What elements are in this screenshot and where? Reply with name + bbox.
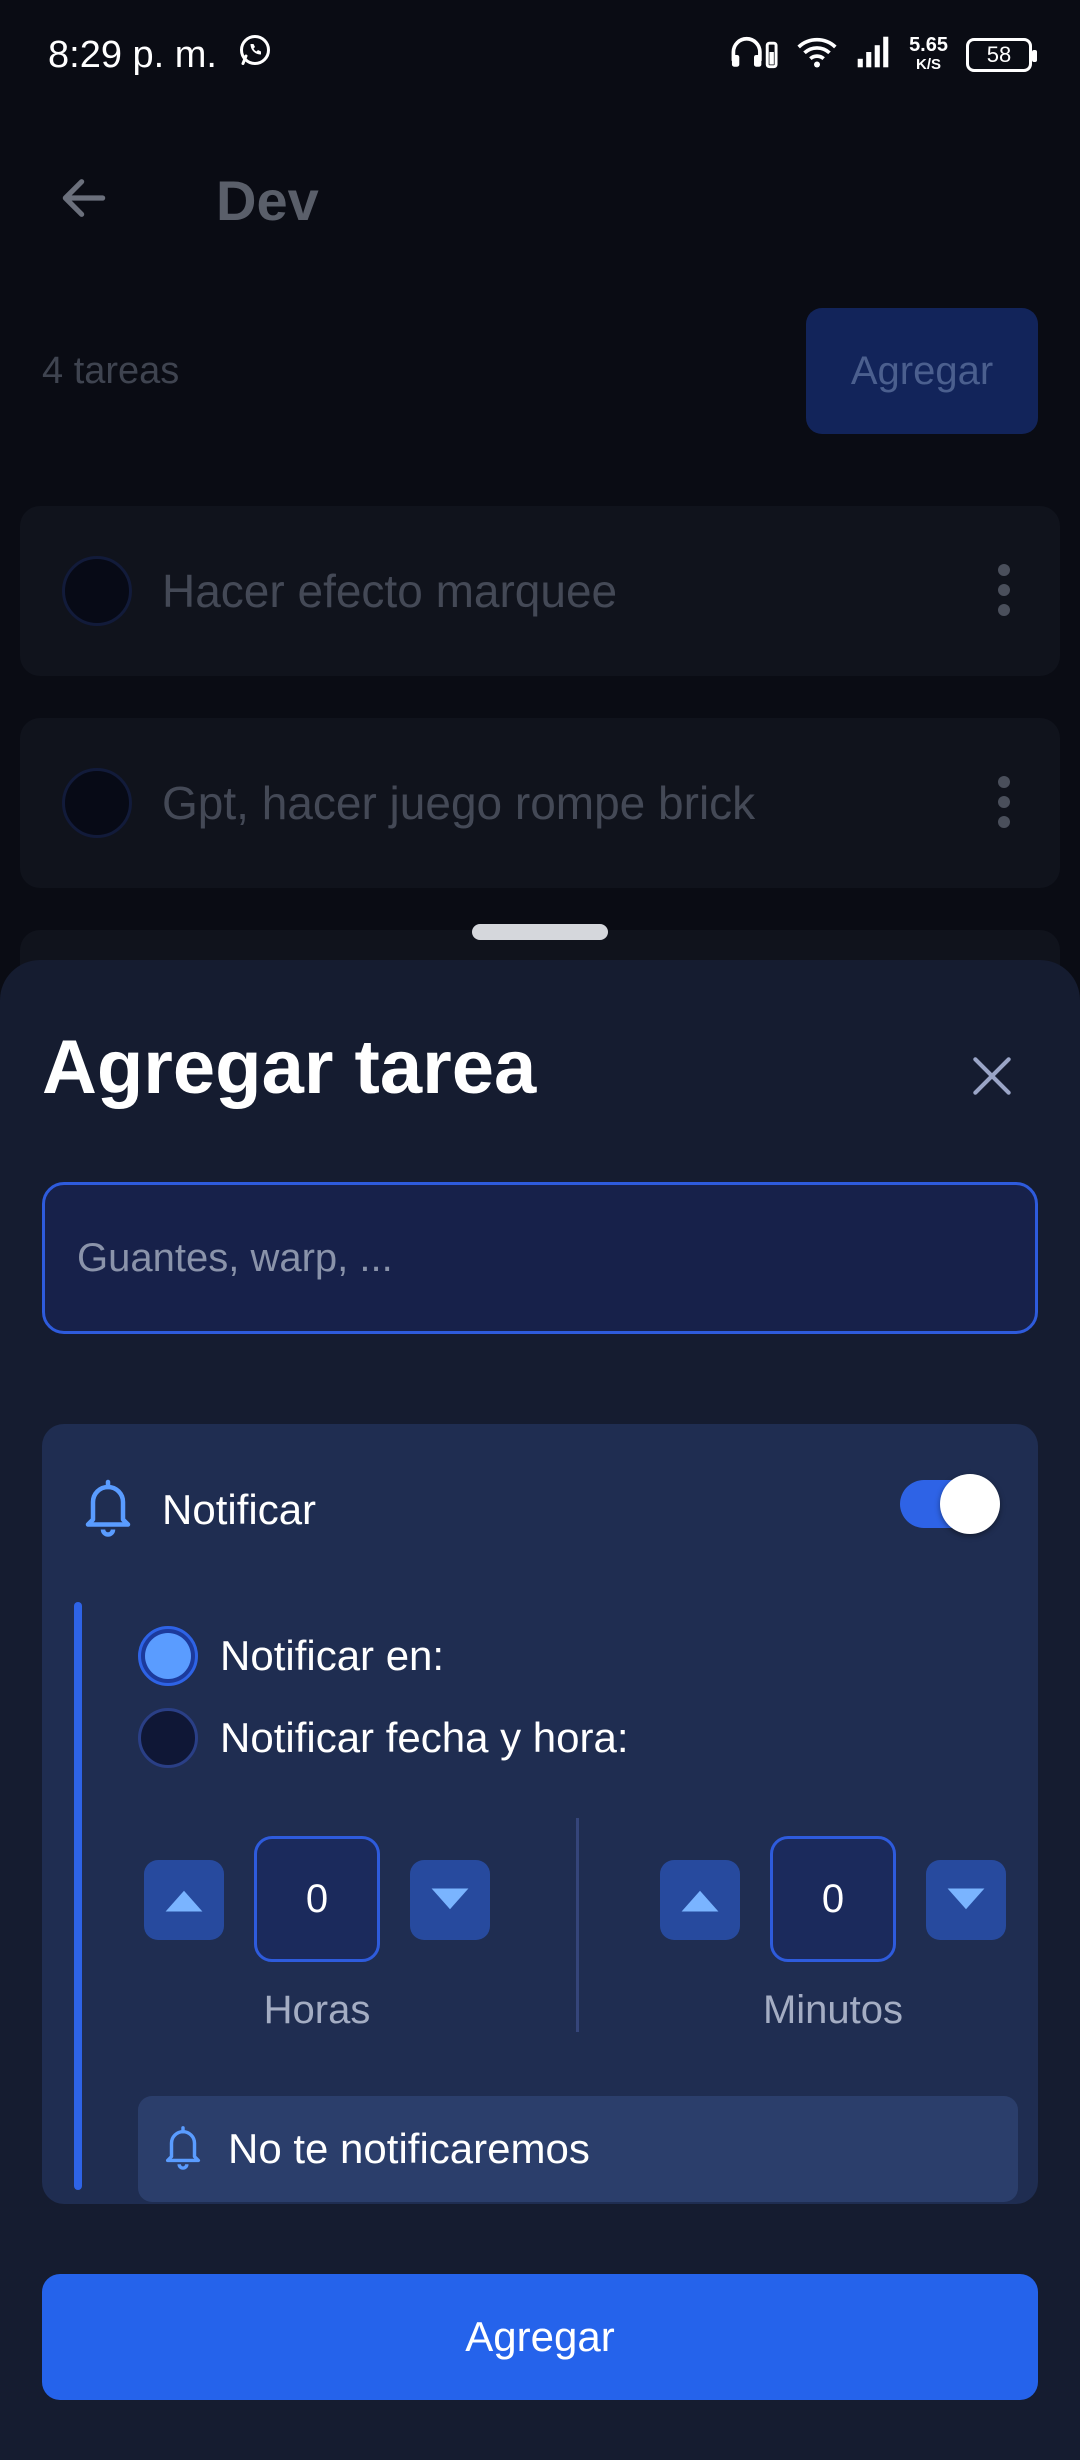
minutes-label: Minutos xyxy=(762,1988,904,2032)
back-arrow-icon xyxy=(62,179,106,217)
close-icon xyxy=(973,1057,1011,1095)
triangle-down-icon xyxy=(431,1888,469,1910)
wifi-icon xyxy=(797,35,837,75)
status-right: 5.65 K/S 58 xyxy=(729,34,1037,76)
hours-label: Horas xyxy=(263,1988,371,2032)
triangle-down-icon xyxy=(947,1888,985,1910)
section-accent-bar xyxy=(74,1602,82,2190)
submit-add-button[interactable]: Agregar xyxy=(42,2274,1038,2400)
bell-icon xyxy=(78,1474,138,1545)
page-header: Dev xyxy=(0,110,1080,280)
task-count: 4 tareas xyxy=(42,350,180,392)
hours-value[interactable]: 0 xyxy=(254,1836,380,1962)
radio-notify-in[interactable]: Notificar en: xyxy=(138,1626,444,1686)
sheet-drag-handle[interactable] xyxy=(472,924,608,940)
notification-info-text: No te notificaremos xyxy=(228,2125,590,2172)
notification-info: No te notificaremos xyxy=(138,2096,1018,2202)
radio-label: Notificar en: xyxy=(220,1632,445,1679)
back-button[interactable] xyxy=(48,162,120,234)
notification-settings: Notificar Notificar en: Notificar fecha … xyxy=(42,1424,1038,2204)
bell-icon xyxy=(160,2121,206,2178)
task-item[interactable]: Gpt, hacer juego rompe brick xyxy=(20,718,1060,888)
minutes-value[interactable]: 0 xyxy=(770,1836,896,1962)
hours-decrement-button[interactable] xyxy=(410,1860,490,1940)
network-speed: 5.65 K/S xyxy=(909,35,948,75)
page-title: Dev xyxy=(216,169,319,232)
more-vertical-icon[interactable] xyxy=(998,564,1010,616)
task-checkbox[interactable] xyxy=(62,556,132,626)
radio-button-selected[interactable] xyxy=(138,1626,198,1686)
radio-notify-datetime[interactable]: Notificar fecha y hora: xyxy=(138,1708,629,1768)
minutes-increment-button[interactable] xyxy=(660,1860,740,1940)
radio-label: Notificar fecha y hora: xyxy=(220,1714,629,1761)
triangle-up-icon xyxy=(681,1890,719,1912)
whatsapp-icon xyxy=(237,32,273,78)
status-time: 8:29 p. m. xyxy=(48,33,217,76)
status-left: 8:29 p. m. xyxy=(48,32,273,78)
notify-toggle[interactable] xyxy=(900,1474,1000,1534)
notify-header: Notificar xyxy=(78,1474,316,1545)
hours-increment-button[interactable] xyxy=(144,1860,224,1940)
minutes-decrement-button[interactable] xyxy=(926,1860,1006,1940)
task-checkbox[interactable] xyxy=(62,768,132,838)
battery-level: 58 xyxy=(986,42,1012,67)
task-item[interactable]: Hacer efecto marquee xyxy=(20,506,1060,676)
add-task-button[interactable]: Agregar xyxy=(806,308,1038,434)
headphones-icon xyxy=(729,34,779,76)
stepper-divider xyxy=(576,1818,579,2032)
close-button[interactable] xyxy=(952,1036,1032,1116)
task-label: Gpt, hacer juego rompe brick xyxy=(162,777,756,829)
signal-icon xyxy=(855,35,891,75)
battery-icon: 58 xyxy=(966,38,1037,72)
toggle-knob xyxy=(940,1474,1000,1534)
task-label: Hacer efecto marquee xyxy=(162,565,618,617)
more-vertical-icon[interactable] xyxy=(998,776,1010,828)
sheet-title: Agregar tarea xyxy=(42,1025,537,1110)
add-task-sheet: Agregar tarea Notificar Notificar en: xyxy=(0,960,1080,2460)
triangle-up-icon xyxy=(165,1890,203,1912)
task-name-input[interactable] xyxy=(42,1182,1038,1334)
network-speed-unit: K/S xyxy=(916,56,942,73)
hours-stepper: 0 Horas xyxy=(144,1824,504,2044)
network-speed-value: 5.65 xyxy=(909,34,948,56)
minutes-stepper: 0 Minutos xyxy=(660,1824,1020,2044)
notify-label: Notificar xyxy=(162,1485,317,1533)
radio-button[interactable] xyxy=(138,1708,198,1768)
status-bar: 8:29 p. m. 5.65 K/S 58 xyxy=(0,0,1080,110)
